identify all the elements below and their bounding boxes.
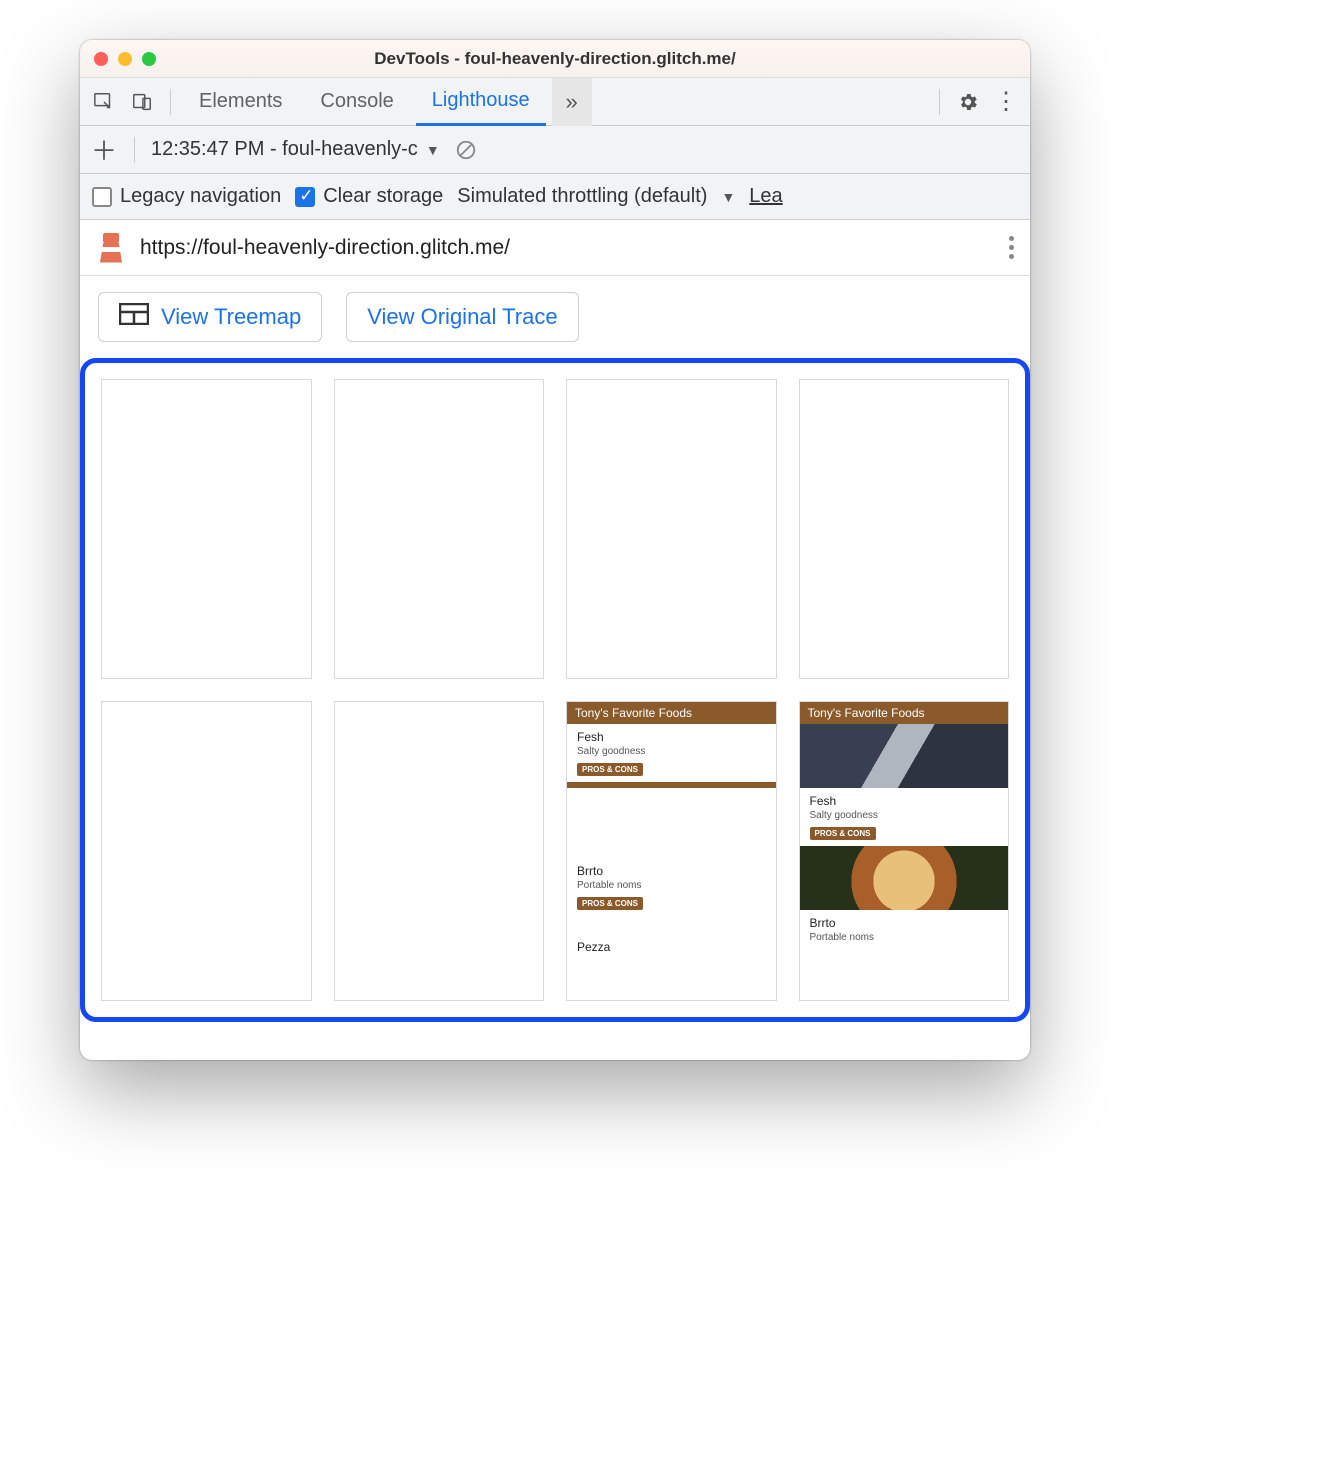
- tabs-overflow-icon[interactable]: »: [552, 78, 592, 126]
- food-card: Brrto Portable noms PROS & CONS: [567, 858, 776, 916]
- device-toggle-icon[interactable]: [126, 86, 158, 118]
- filmstrip-frame[interactable]: [101, 701, 312, 1001]
- legacy-navigation-label: Legacy navigation: [120, 185, 281, 208]
- pros-cons-badge: PROS & CONS: [577, 763, 643, 776]
- window-title: DevTools - foul-heavenly-direction.glitc…: [80, 49, 1030, 69]
- settings-icon[interactable]: [952, 86, 984, 118]
- filmstrip-frame[interactable]: [799, 379, 1010, 679]
- report-menu-icon[interactable]: [1009, 236, 1014, 259]
- panel-tabbar: Elements Console Lighthouse » ⋮: [80, 78, 1030, 126]
- treemap-icon: [119, 303, 149, 331]
- inspect-icon[interactable]: [88, 86, 120, 118]
- separator: [134, 137, 135, 163]
- filmstrip-frame[interactable]: [334, 701, 545, 1001]
- lighthouse-icon: [96, 233, 126, 263]
- titlebar: DevTools - foul-heavenly-direction.glitc…: [80, 40, 1030, 78]
- traffic-lights: [80, 52, 156, 66]
- filmstrip-frame[interactable]: Tony's Favorite Foods Fesh Salty goodnes…: [799, 701, 1010, 1001]
- frame-header: Tony's Favorite Foods: [800, 702, 1009, 724]
- checkbox-unchecked-icon[interactable]: [92, 187, 112, 207]
- legacy-navigation-option[interactable]: Legacy navigation: [92, 185, 281, 208]
- view-original-trace-label: View Original Trace: [367, 304, 557, 330]
- food-title: Pezza: [577, 940, 766, 954]
- chevron-down-icon: ▼: [426, 142, 440, 158]
- chevron-down-icon[interactable]: ▼: [721, 189, 735, 205]
- food-title: Brrto: [577, 864, 766, 878]
- food-image: [800, 724, 1009, 788]
- tab-elements[interactable]: Elements: [183, 78, 298, 126]
- food-image: [800, 846, 1009, 910]
- frame-header: Tony's Favorite Foods: [567, 702, 776, 724]
- throttling-label[interactable]: Simulated throttling (default): [457, 185, 707, 208]
- filmstrip-frame[interactable]: [566, 379, 777, 679]
- food-subtitle: Salty goodness: [577, 746, 766, 757]
- clear-storage-option[interactable]: Clear storage: [295, 185, 443, 208]
- pros-cons-badge: PROS & CONS: [810, 827, 876, 840]
- report-dropdown-label: 12:35:47 PM - foul-heavenly-c: [151, 138, 418, 161]
- minimize-icon[interactable]: [118, 52, 132, 66]
- view-treemap-button[interactable]: View Treemap: [98, 292, 322, 342]
- devtools-window: DevTools - foul-heavenly-direction.glitc…: [80, 40, 1030, 1060]
- food-subtitle: Portable noms: [577, 880, 766, 891]
- report-select-bar: ＋ 12:35:47 PM - foul-heavenly-c ▼: [80, 126, 1030, 174]
- filmstrip: Tony's Favorite Foods Fesh Salty goodnes…: [80, 358, 1030, 1022]
- tab-lighthouse[interactable]: Lighthouse: [416, 78, 546, 126]
- pros-cons-badge: PROS & CONS: [577, 897, 643, 910]
- filmstrip-frame[interactable]: Tony's Favorite Foods Fesh Salty goodnes…: [566, 701, 777, 1001]
- view-original-trace-button[interactable]: View Original Trace: [346, 292, 578, 342]
- more-icon[interactable]: ⋮: [990, 86, 1022, 118]
- food-subtitle: Portable noms: [810, 932, 999, 943]
- filmstrip-frame[interactable]: [334, 379, 545, 679]
- clear-storage-label: Clear storage: [323, 185, 443, 208]
- food-card: Brrto Portable noms: [800, 910, 1009, 953]
- report-url-text: https://foul-heavenly-direction.glitch.m…: [140, 236, 510, 260]
- view-treemap-label: View Treemap: [161, 304, 301, 330]
- separator: [170, 89, 171, 115]
- food-title: Fesh: [810, 794, 999, 808]
- learn-more-link[interactable]: Lea: [749, 185, 782, 208]
- food-card: Fesh Salty goodness PROS & CONS: [567, 724, 776, 782]
- close-icon[interactable]: [94, 52, 108, 66]
- filmstrip-frame[interactable]: [101, 379, 312, 679]
- tab-console[interactable]: Console: [304, 78, 409, 126]
- report-url-row: https://foul-heavenly-direction.glitch.m…: [80, 220, 1030, 276]
- separator: [939, 89, 940, 115]
- report-actions: View Treemap View Original Trace: [80, 276, 1030, 358]
- food-title: Brrto: [810, 916, 999, 930]
- maximize-icon[interactable]: [142, 52, 156, 66]
- food-title: Fesh: [577, 730, 766, 744]
- food-card: Pezza: [567, 934, 776, 960]
- food-subtitle: Salty goodness: [810, 810, 999, 821]
- checkbox-checked-icon[interactable]: [295, 187, 315, 207]
- report-dropdown[interactable]: 12:35:47 PM - foul-heavenly-c ▼: [151, 138, 440, 161]
- clear-icon[interactable]: [450, 134, 482, 166]
- food-card: Fesh Salty goodness PROS & CONS: [800, 788, 1009, 846]
- lighthouse-options-bar: Legacy navigation Clear storage Simulate…: [80, 174, 1030, 220]
- new-report-icon[interactable]: ＋: [90, 131, 118, 168]
